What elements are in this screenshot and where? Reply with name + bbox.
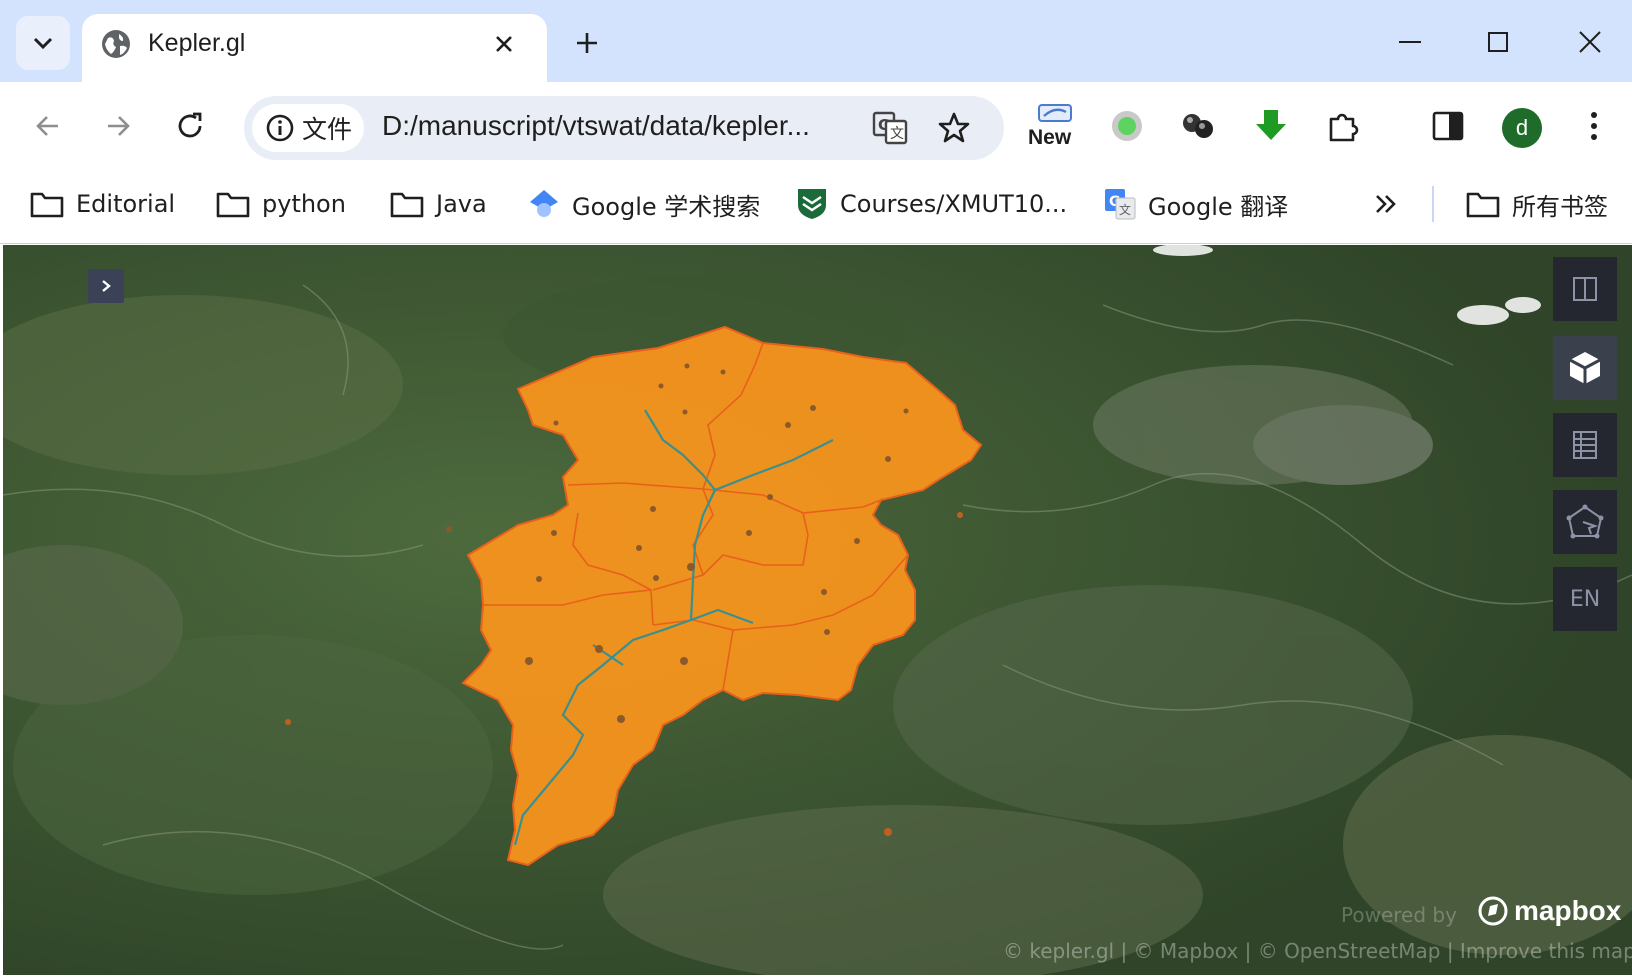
bookmark-editorial[interactable]: Editorial [30, 184, 175, 224]
all-bookmarks-button[interactable]: 所有书签 [1466, 184, 1608, 224]
browser-toolbar: 文件 D:/manuscript/vtswat/data/kepler... G… [0, 82, 1632, 170]
extension-download[interactable] [1245, 100, 1297, 152]
minimize-icon [1399, 41, 1421, 43]
extension-green-dot[interactable] [1101, 100, 1153, 152]
molecule-icon [1183, 114, 1213, 138]
map-attribution[interactable]: © kepler.gl | © Mapbox | © OpenStreetMap… [1003, 939, 1632, 963]
course-shield-icon [798, 189, 826, 219]
svg-text:文: 文 [890, 126, 904, 142]
bookmarks-divider [1432, 186, 1434, 222]
3d-view-button[interactable] [1553, 336, 1617, 400]
download-arrow-icon [1256, 110, 1286, 140]
chevron-right-icon [102, 280, 111, 292]
plus-icon [577, 33, 597, 53]
translate-button[interactable]: G 文 [870, 108, 910, 148]
cube-3d-icon [1569, 352, 1601, 384]
bookmark-courses[interactable]: Courses/XMUT10... [796, 184, 1067, 224]
mapbox-logo[interactable]: mapbox [1478, 895, 1621, 927]
minimize-button[interactable] [1378, 14, 1442, 70]
globe-icon [102, 30, 130, 58]
close-icon [1579, 31, 1601, 53]
tab-active[interactable]: Kepler.gl [82, 14, 547, 82]
mapbox-logo-text: mapbox [1514, 895, 1622, 926]
kepler-map[interactable]: EN Powered by mapbox © kepler.gl | © Map… [3, 245, 1632, 975]
extension-new[interactable]: New [1026, 104, 1082, 156]
profile-avatar[interactable]: d [1502, 108, 1542, 148]
maximize-button[interactable] [1466, 14, 1530, 70]
extensions-menu-button[interactable] [1318, 100, 1370, 152]
browser-menu-button[interactable] [1568, 100, 1620, 152]
extension-new-icon [1038, 104, 1072, 122]
arrow-left-icon [36, 116, 58, 136]
new-tab-button[interactable] [566, 22, 608, 64]
bookmarks-bar: Editorial python Java Google 学术搜索 Course… [0, 170, 1632, 244]
bookmark-java[interactable]: Java [390, 184, 487, 224]
folder-icon [1466, 192, 1500, 218]
translate-icon: G 文 [872, 111, 908, 145]
draw-polygon-button[interactable] [1553, 490, 1617, 554]
site-chip-label: 文件 [302, 115, 353, 144]
bookmark-label: Java [436, 190, 487, 218]
bookmarks-overflow-button[interactable] [1374, 184, 1398, 224]
tab-search-button[interactable] [16, 16, 70, 70]
language-label: EN [1569, 586, 1601, 612]
arrow-right-icon [108, 116, 130, 136]
google-translate-icon: G文 [1105, 189, 1136, 220]
extension-spheres[interactable] [1172, 100, 1224, 152]
mapbox-icon [1478, 896, 1508, 926]
folder-icon [390, 192, 424, 218]
bookmark-star-button[interactable] [934, 108, 974, 148]
puzzle-icon [1329, 113, 1359, 142]
url-text[interactable]: D:/manuscript/vtswat/data/kepler... [382, 110, 852, 142]
close-icon [496, 36, 512, 52]
close-window-button[interactable] [1558, 14, 1622, 70]
new-badge-label: New [1028, 126, 1072, 149]
bookmark-label: Courses/XMUT10... [840, 190, 1068, 218]
folder-icon [30, 192, 64, 218]
language-button[interactable]: EN [1553, 567, 1617, 631]
site-info-chip[interactable]: 文件 [252, 104, 364, 152]
reload-icon [178, 112, 202, 138]
satellite-terrain [3, 245, 1632, 975]
all-bookmarks-label: 所有书签 [1512, 192, 1608, 221]
split-map-button[interactable] [1553, 257, 1617, 321]
side-panel-toggle[interactable] [88, 269, 124, 303]
map-legend-button[interactable] [1553, 413, 1617, 477]
info-icon [266, 114, 294, 142]
record-icon [1112, 111, 1142, 141]
forward-button[interactable] [94, 102, 142, 150]
bookmark-label: Google 学术搜索 [572, 192, 761, 221]
draw-polygon-icon [1566, 504, 1604, 539]
powered-by-text: Powered by [1341, 903, 1457, 927]
maximize-icon [1488, 32, 1508, 52]
bookmark-label: Editorial [76, 190, 176, 218]
bookmark-google-scholar[interactable]: Google 学术搜索 [528, 184, 760, 224]
folder-icon [216, 192, 250, 218]
svg-text:文: 文 [1119, 202, 1131, 217]
chevron-down-icon [33, 37, 53, 50]
address-bar[interactable]: 文件 D:/manuscript/vtswat/data/kepler... G… [244, 96, 1004, 160]
bookmark-label: python [262, 190, 346, 218]
legend-list-icon [1573, 431, 1597, 459]
tab-strip: Kepler.gl [0, 0, 1632, 82]
split-map-icon [1573, 277, 1597, 301]
double-chevron-right-icon [1376, 195, 1396, 213]
tab-close-button[interactable] [484, 24, 524, 64]
google-scholar-icon [530, 190, 558, 217]
side-panel-icon [1432, 111, 1464, 141]
bookmark-google-translate[interactable]: G文 Google 翻译 [1104, 184, 1288, 224]
star-icon [938, 112, 970, 143]
kebab-menu-icon [1591, 112, 1597, 140]
tab-title: Kepler.gl [148, 29, 246, 57]
side-panel-button[interactable] [1422, 100, 1474, 152]
bookmark-python[interactable]: python [216, 184, 346, 224]
bookmark-label: Google 翻译 [1148, 192, 1289, 221]
back-button[interactable] [24, 102, 72, 150]
reload-button[interactable] [166, 102, 214, 150]
